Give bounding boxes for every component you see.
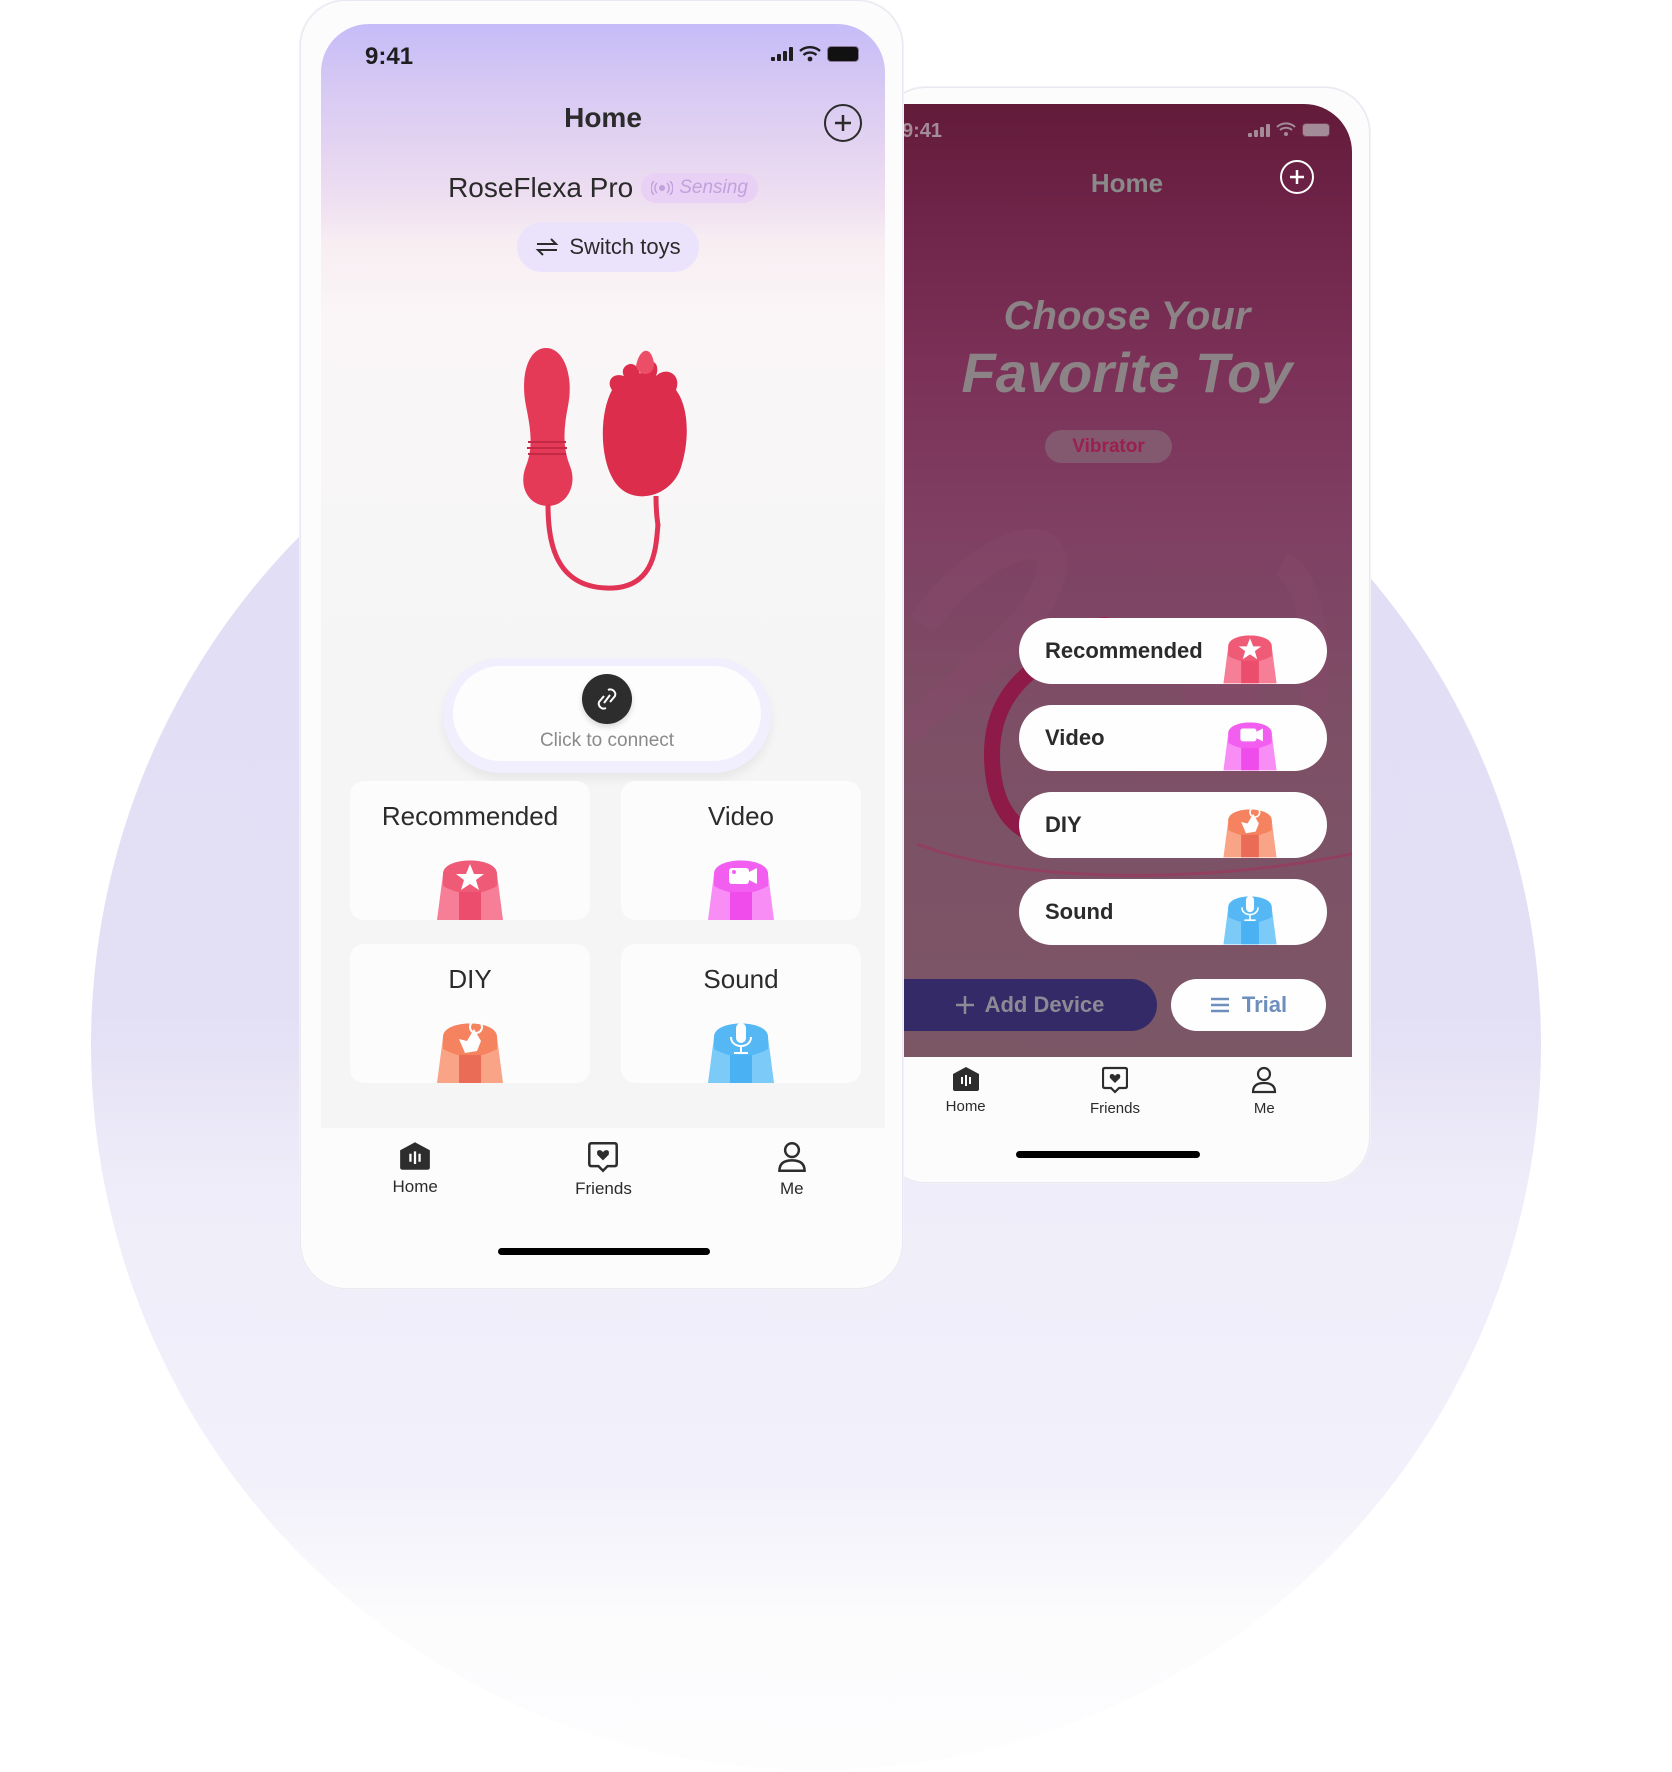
menu-lines-icon [1210,997,1229,1013]
trial-label: Trial [1241,992,1288,1017]
home-indicator [498,1248,710,1255]
tab-me[interactable]: Me [1204,1066,1324,1117]
tab-home[interactable]: Home [906,1066,1026,1117]
link-icon [582,674,632,724]
rose-toy-image [523,348,687,591]
mode-card-diy[interactable]: DIY [350,944,590,1083]
mode-card-label: Recommended [381,801,559,831]
status-bar: 9:41 [902,104,1352,164]
tab-label: Friends [1089,1100,1140,1117]
star-icon [437,860,503,920]
tab-label: Home [945,1098,986,1115]
right-phone-frame: 9:41 Home Choose Your Favorite Toy Vibra… [880,87,1370,1183]
connect-button[interactable]: Click to connect [443,658,771,773]
status-bar: 9:41 [321,24,885,84]
add-button[interactable] [824,104,862,142]
category-tag[interactable]: Vibrator [1045,430,1172,463]
chat-heart-icon [1101,1066,1128,1094]
mode-pill-label: Video [1045,725,1105,750]
plus-circle-icon [835,115,851,131]
person-icon [777,1142,806,1172]
home-icon [952,1067,979,1091]
tab-me[interactable]: Me [732,1141,852,1199]
tab-label: Me [1253,1100,1275,1117]
page-title: Home [564,102,642,133]
mode-pill-recommended[interactable]: Recommended [1019,618,1327,684]
status-time: 9:41 [365,43,414,70]
plus-circle-icon [1290,170,1304,184]
status-badge-label: Sensing [679,177,748,198]
star-icon [1223,635,1277,684]
mode-card-sound[interactable]: Sound [621,944,861,1083]
left-phone-screen: 9:41 Home RoseFlexa Pro Sensing Switch t… [321,24,885,1128]
mode-pill-video[interactable]: Video [1019,705,1327,771]
left-phone-frame: 9:41 Home RoseFlexa Pro Sensing Switch t… [300,0,903,1289]
cellular-signal-icon [1248,123,1270,137]
mode-pill-label: Recommended [1045,638,1203,663]
person-icon [1252,1066,1277,1094]
home-indicator [1016,1151,1200,1158]
device-info: RoseFlexa Pro Sensing [321,172,885,204]
tab-home[interactable]: Home [355,1141,475,1199]
tap-finger-icon [437,1020,503,1083]
mode-card-recommended[interactable]: Recommended [350,781,590,920]
mode-card-label: Sound [703,964,779,994]
status-badge: Sensing [641,173,758,203]
cellular-signal-icon [771,47,793,61]
device-name: RoseFlexa Pro [448,172,634,203]
tab-friends[interactable]: Friends [1055,1066,1175,1117]
battery-icon [827,46,859,62]
hero-title-line1: Choose Your [1003,294,1251,338]
status-time: 9:41 [902,120,943,142]
switch-toys-label: Switch toys [569,234,681,259]
microphone-icon [708,1023,774,1083]
plus-icon [955,996,974,1014]
mode-pill-diy[interactable]: DIY [1019,792,1327,858]
hero-title-line2: Favorite Toy [961,341,1293,404]
home-icon [400,1142,431,1170]
tab-label: Home [392,1177,438,1196]
connect-label: Click to connect [539,730,675,751]
battery-icon [1302,122,1330,137]
trial-button[interactable]: Trial [1171,979,1326,1031]
switch-toys-button[interactable]: Switch toys [517,222,699,272]
mode-pill-label: DIY [1045,812,1082,837]
tab-bar: Home Friends Me [891,1066,1339,1117]
mode-card-label: Video [707,801,775,831]
wifi-icon [1276,122,1296,136]
tap-finger-icon [1223,806,1277,858]
add-device-button[interactable]: Add Device [902,979,1157,1031]
tab-bar: Home Friends Me [321,1141,886,1199]
wifi-icon [799,46,821,62]
chat-heart-icon [588,1142,619,1173]
video-camera-icon [1223,722,1277,771]
mode-card-label: DIY [448,964,492,994]
right-phone-screen: 9:41 Home Choose Your Favorite Toy Vibra… [902,104,1352,1057]
tab-friends[interactable]: Friends [543,1141,663,1199]
tab-label: Friends [575,1179,632,1198]
broadcast-icon [651,181,674,195]
video-camera-icon [708,860,774,920]
mode-pill-sound[interactable]: Sound [1019,879,1327,945]
swap-arrows-icon [535,238,559,256]
tab-label: Me [780,1179,804,1198]
add-button[interactable] [1280,160,1314,194]
mode-card-video[interactable]: Video [621,781,861,920]
microphone-icon [1223,896,1277,945]
add-device-label: Add Device [984,992,1105,1017]
mode-pill-label: Sound [1045,899,1114,924]
